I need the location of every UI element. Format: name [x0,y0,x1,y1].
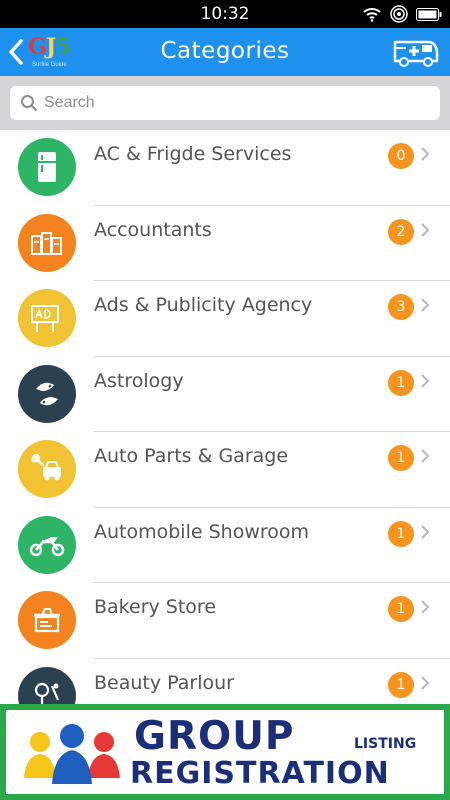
page-title: Categories [160,38,290,64]
activity-ring-icon [390,5,408,23]
banner-panel: GROUP LISTING REGISTRATION [6,710,444,794]
chevron-right-icon [421,373,430,388]
category-name: Beauty Parlour [94,671,234,694]
status-bar: 10:32 [0,0,450,28]
category-list: AC & Frigde Services 0 Accountants 2 Ads… [0,130,450,704]
chevron-right-icon [421,298,430,312]
banner-suffix: LISTING [354,736,417,752]
chevron-right-icon [421,675,430,690]
category-name: Accountants [94,218,212,241]
pisces-icon [36,382,58,405]
category-icon-circle [18,213,76,272]
wifi-icon [363,8,381,22]
category-icon-circle [18,138,76,196]
status-icons [362,5,442,23]
wrench-car-icon [31,453,61,481]
group-registration-banner[interactable]: GROUP LISTING REGISTRATION [0,704,450,800]
category-row-bakery[interactable]: Bakery Store 1 [0,583,450,659]
category-icon-circle [18,666,76,704]
category-icon-circle [18,440,76,498]
category-count-badge: 1 [388,596,414,622]
chevron-right-icon [421,147,430,161]
ad-board-icon [31,305,59,332]
banner-title: GROUP [134,714,295,759]
category-name: AC & Frigde Services [94,143,292,165]
category-icon-circle [18,289,76,347]
accounts-books-icon [31,231,62,255]
emergency-button[interactable] [392,34,440,70]
category-count-badge: 1 [388,520,414,547]
category-name: Bakery Store [94,596,217,618]
category-row-accountants[interactable]: Accountants 2 [0,206,450,281]
search-icon [21,95,37,111]
category-row-beauty-parlour[interactable]: Beauty Parlour 1 [0,659,450,704]
search-bar [0,76,450,130]
chevron-right-icon [421,449,430,463]
category-row-automobile-showroom[interactable]: Automobile Showroom 1 [0,508,450,583]
category-name: Automobile Showroom [94,520,310,543]
category-icon-circle [18,591,76,649]
category-count-badge: 3 [388,294,414,320]
header-bar: GJ5 Surfile Guide Categories [0,28,450,76]
search-input[interactable] [44,94,424,112]
category-icon-circle [18,515,76,574]
category-count-badge: 0 [388,143,414,169]
ambulance-icon [393,40,439,67]
category-name: Astrology [94,369,184,392]
beauty-mirror-icon [34,682,60,704]
category-count-badge: 1 [388,445,414,471]
battery-icon [416,7,442,21]
category-count-badge: 2 [388,218,414,245]
category-icon-circle [18,364,76,423]
category-row-ac-fridge[interactable]: AC & Frigde Services 0 [0,130,450,206]
search-box[interactable] [10,86,440,120]
category-count-badge: 1 [388,369,414,396]
category-name: Ads & Publicity Agency [94,294,313,316]
motorbike-icon [29,536,65,556]
fridge-icon [38,152,56,182]
banner-subtitle: REGISTRATION [130,756,390,791]
category-row-ads-publicity[interactable]: Ads & Publicity Agency 3 [0,281,450,357]
group-people-icon [24,724,120,784]
chevron-right-icon [421,600,430,614]
category-row-astrology[interactable]: Astrology 1 [0,357,450,432]
chevron-right-icon [421,524,430,539]
category-name: Auto Parts & Garage [94,445,289,467]
category-count-badge: 1 [388,671,414,698]
chevron-right-icon [421,222,430,237]
bakery-oven-icon [34,608,60,633]
category-row-auto-parts[interactable]: Auto Parts & Garage 1 [0,432,450,508]
